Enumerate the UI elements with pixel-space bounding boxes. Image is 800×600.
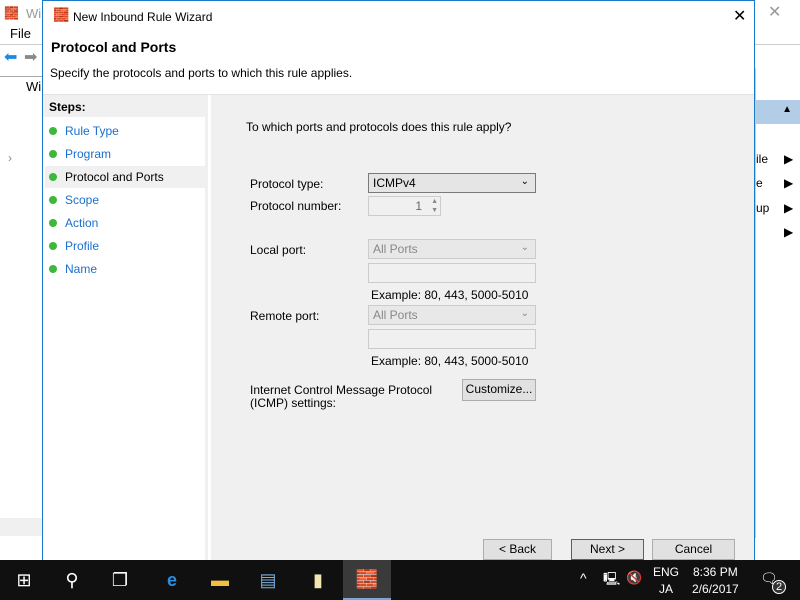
back-button[interactable]: < Back xyxy=(483,539,552,560)
question-text: To which ports and protocols does this r… xyxy=(246,120,512,134)
chevron-down-icon: ⌄ xyxy=(520,308,529,319)
notepad-icon[interactable]: ▮ xyxy=(294,560,342,600)
icmp-label-2: (ICMP) settings: xyxy=(250,396,337,410)
step-status-icon xyxy=(49,265,57,273)
step-protocol-and-ports[interactable]: Protocol and Ports xyxy=(45,166,206,188)
close-icon[interactable]: ✕ xyxy=(733,6,746,26)
next-button[interactable]: Next > xyxy=(571,539,644,560)
page-subtitle: Specify the protocols and ports to which… xyxy=(50,66,353,80)
clock-date[interactable]: 2/6/2017 xyxy=(692,582,739,596)
local-port-example: Example: 80, 443, 5000-5010 xyxy=(371,288,529,302)
wizard-header: 🧱 New Inbound Rule Wizard ✕ Protocol and… xyxy=(43,1,754,95)
background-close-icon[interactable]: ✕ xyxy=(768,2,781,22)
firewall-icon: 🧱 xyxy=(53,7,70,22)
actions-header[interactable]: ▲ xyxy=(756,100,800,124)
action-item[interactable]: up ▶ xyxy=(756,201,800,215)
start-windows-icon[interactable]: ⊞ xyxy=(0,560,48,600)
main-panel: To which ports and protocols does this r… xyxy=(211,95,754,561)
step-status-icon xyxy=(49,242,57,250)
show-hidden-icons-chevron-icon[interactable]: ^ xyxy=(580,570,587,586)
actions-pane: ▲ ile ▶ e ▶ up ▶ ▶ xyxy=(755,68,800,538)
chevron-down-icon: ⌄ xyxy=(520,176,529,187)
cancel-button[interactable]: Cancel xyxy=(652,539,735,560)
step-rule-type[interactable]: Rule Type xyxy=(45,120,206,142)
file-explorer-icon[interactable]: ▬ xyxy=(196,560,244,600)
protocol-number-stepper[interactable]: 1 ▲ ▼ xyxy=(368,196,441,216)
server-manager-icon[interactable]: ▤ xyxy=(244,560,292,600)
spin-arrows-icon[interactable]: ▲ ▼ xyxy=(431,197,438,215)
firewall-icon: 🧱 xyxy=(4,6,19,20)
menu-file[interactable]: File xyxy=(10,26,31,41)
background-title: Wi xyxy=(26,6,42,21)
network-icon[interactable]: 🖳 xyxy=(603,570,620,592)
remote-port-label: Remote port: xyxy=(250,309,320,323)
step-status-icon xyxy=(49,219,57,227)
local-port-label: Local port: xyxy=(250,243,307,257)
step-program[interactable]: Program xyxy=(45,143,206,165)
remote-port-input[interactable] xyxy=(368,329,536,349)
expand-chevron-icon[interactable]: › xyxy=(8,151,12,165)
protocol-number-label: Protocol number: xyxy=(250,199,342,213)
taskbar: ⊞ ⚲ ❐ e ▬ ▤ ▮ 🧱 ^ 🖳 🔇 ENG JA 8:36 PM 2/6… xyxy=(0,560,800,600)
tree-root[interactable]: Wi xyxy=(26,79,41,94)
task-view-icon[interactable]: ❐ xyxy=(96,560,144,600)
chevron-down-icon: ⌄ xyxy=(520,242,529,253)
icmp-label: Internet Control Message Protocol xyxy=(250,383,433,397)
step-name[interactable]: Name xyxy=(45,258,206,280)
local-port-input[interactable] xyxy=(368,263,536,283)
action-item[interactable]: ile ▶ xyxy=(756,152,800,166)
remote-port-example: Example: 80, 443, 5000-5010 xyxy=(371,354,529,368)
action-item[interactable]: e ▶ xyxy=(756,176,800,190)
back-arrow-icon[interactable]: ⬅ xyxy=(4,47,17,67)
protocol-type-select[interactable]: ICMPv4 ⌄ xyxy=(368,173,536,193)
horizontal-scrollbar[interactable] xyxy=(0,518,42,536)
steps-panel: Steps: Rule Type Program Protocol and Po… xyxy=(43,95,208,561)
protocol-type-label: Protocol type: xyxy=(250,177,324,191)
volume-muted-icon[interactable]: 🔇 xyxy=(626,570,642,586)
page-title: Protocol and Ports xyxy=(51,39,177,55)
input-method-indicator[interactable]: JA xyxy=(659,582,673,596)
remote-port-select[interactable]: All Ports ⌄ xyxy=(368,305,536,325)
step-status-icon xyxy=(49,173,57,181)
clock-time[interactable]: 8:36 PM xyxy=(693,565,738,579)
search-icon[interactable]: ⚲ xyxy=(48,560,96,600)
internet-explorer-icon[interactable]: e xyxy=(148,560,196,600)
firewall-taskbar-icon[interactable]: 🧱 xyxy=(343,560,391,600)
local-port-select[interactable]: All Ports ⌄ xyxy=(368,239,536,259)
steps-label: Steps: xyxy=(43,95,206,117)
step-status-icon xyxy=(49,196,57,204)
step-action[interactable]: Action xyxy=(45,212,206,234)
dialog-title: New Inbound Rule Wizard xyxy=(73,10,213,24)
step-status-icon xyxy=(49,150,57,158)
step-status-icon xyxy=(49,127,57,135)
collapse-icon: ▲ xyxy=(782,104,792,115)
forward-arrow-icon[interactable]: ➡ xyxy=(24,47,37,67)
customize-button[interactable]: Customize... xyxy=(462,379,536,401)
tree-pane: Wi › xyxy=(0,76,42,536)
language-indicator[interactable]: ENG xyxy=(653,565,679,579)
step-scope[interactable]: Scope xyxy=(45,189,206,211)
step-profile[interactable]: Profile xyxy=(45,235,206,257)
wizard-dialog: 🧱 New Inbound Rule Wizard ✕ Protocol and… xyxy=(42,0,755,561)
notification-count-badge: 2 xyxy=(772,580,787,594)
